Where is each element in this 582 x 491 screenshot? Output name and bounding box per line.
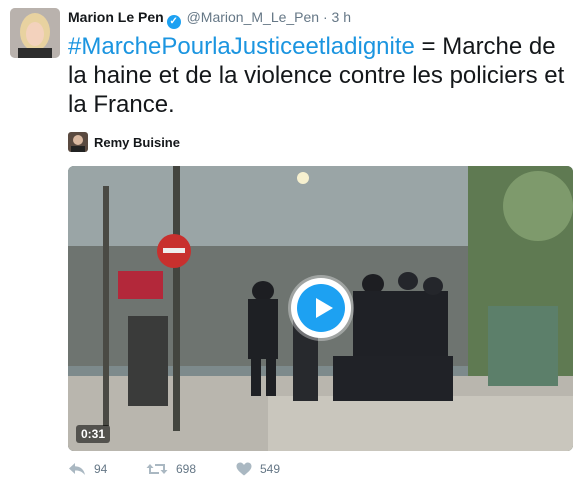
credit-avatar (68, 132, 88, 152)
author-avatar[interactable] (10, 8, 60, 58)
header-separator: · (322, 9, 328, 25)
tweet-actions: 94 698 549 (68, 462, 280, 476)
play-icon (297, 284, 345, 332)
like-button[interactable]: 549 (236, 462, 280, 476)
hashtag-link[interactable]: #MarchePourlaJusticeetladignite (68, 33, 415, 60)
reply-count: 94 (94, 462, 108, 476)
tweet-text: #MarchePourlaJusticeetladignite = Marche… (68, 32, 568, 119)
retweet-count: 698 (176, 462, 197, 476)
media-credit[interactable]: Remy Buisine (68, 132, 180, 152)
play-button[interactable] (291, 278, 351, 338)
author-handle[interactable]: @Marion_M_Le_Pen (187, 9, 320, 25)
reply-icon (69, 463, 85, 475)
verified-badge-icon: ✓ (166, 15, 181, 29)
heart-icon (236, 462, 252, 476)
retweet-button[interactable]: 698 (146, 462, 231, 476)
like-count: 549 (260, 462, 281, 476)
video-player[interactable]: 0:31 (68, 166, 573, 451)
credit-name: Remy Buisine (94, 134, 180, 150)
retweet-icon (146, 464, 168, 474)
tweet-timestamp[interactable]: 3 h (332, 9, 351, 25)
video-duration: 0:31 (76, 425, 111, 443)
reply-button[interactable]: 94 (68, 462, 138, 476)
author-name[interactable]: Marion Le Pen (68, 9, 164, 25)
tweet-header: Marion Le Pen ✓ @Marion_M_Le_Pen · 3 h (68, 9, 351, 29)
